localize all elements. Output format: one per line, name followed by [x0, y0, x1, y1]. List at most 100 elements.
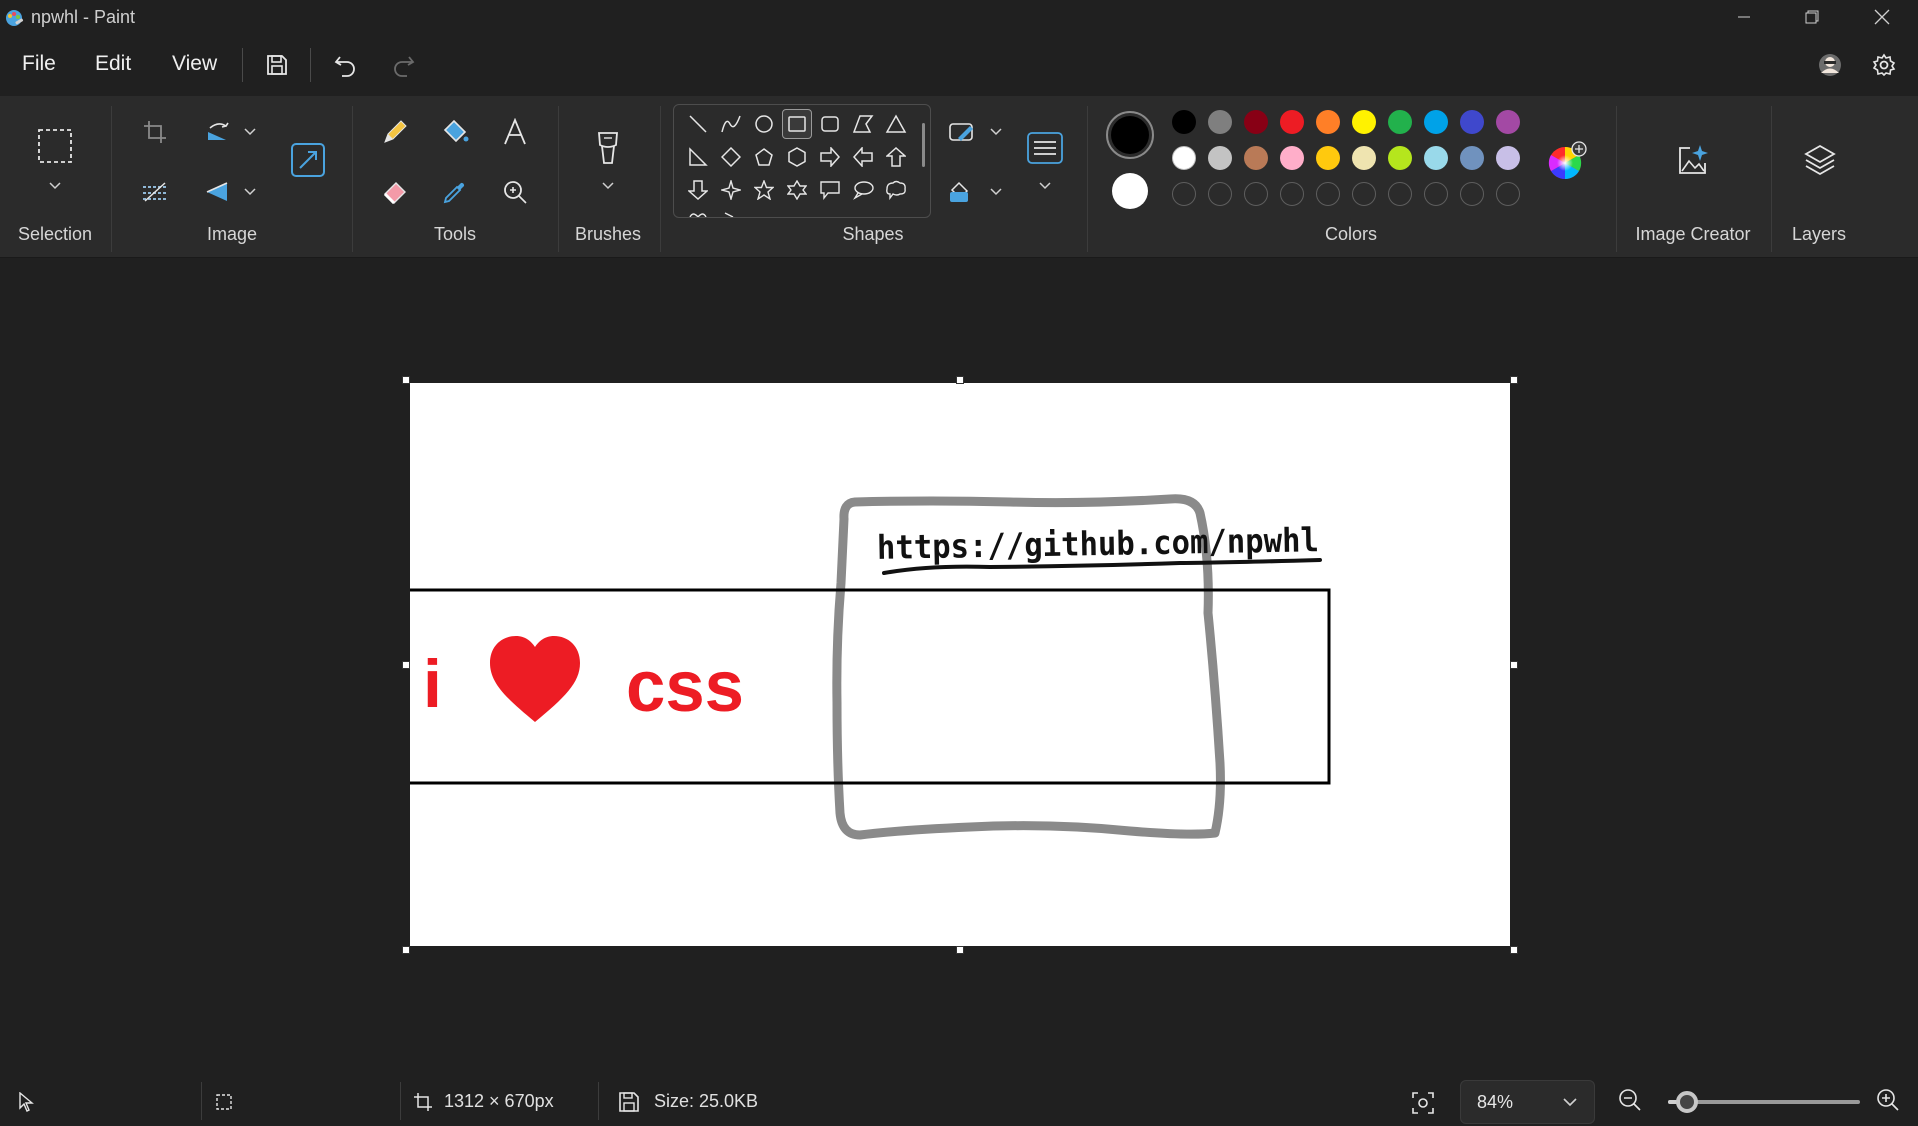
flip-dropdown[interactable]	[242, 184, 258, 200]
drawing-canvas[interactable]: https://github.com/npwhl i css	[404, 383, 1510, 946]
color-swatch[interactable]	[1280, 110, 1304, 134]
outline-tool[interactable]	[942, 112, 982, 152]
shapes-scrollbar[interactable]	[922, 123, 925, 167]
close-button[interactable]	[1852, 0, 1912, 34]
shape-cloud-callout[interactable]	[881, 175, 911, 205]
secondary-color-selector[interactable]	[1112, 173, 1148, 209]
brushes-tool[interactable]	[588, 128, 628, 168]
custom-color-slot[interactable]	[1316, 182, 1340, 206]
menu-file[interactable]: File	[22, 52, 56, 76]
account-button[interactable]	[1812, 47, 1848, 83]
shape-oval[interactable]	[749, 109, 779, 139]
resize-handle-bottom-left[interactable]	[402, 946, 410, 954]
shape-triangle[interactable]	[881, 109, 911, 139]
color-swatch[interactable]	[1352, 146, 1376, 170]
primary-color-selector[interactable]	[1106, 111, 1154, 159]
custom-color-slot[interactable]	[1172, 182, 1196, 206]
shape-down-arrow[interactable]	[683, 175, 713, 205]
zoom-out-button[interactable]	[1618, 1088, 1646, 1116]
custom-color-slot[interactable]	[1280, 182, 1304, 206]
resize-handle-left[interactable]	[402, 661, 410, 669]
restore-button[interactable]	[1782, 0, 1842, 34]
shape-curve[interactable]	[716, 109, 746, 139]
shape-six-point-star[interactable]	[782, 175, 812, 205]
custom-color-slot[interactable]	[1460, 182, 1484, 206]
color-picker-tool[interactable]	[435, 172, 475, 212]
zoom-in-button[interactable]	[1876, 1088, 1904, 1116]
line-size-tool[interactable]	[1025, 128, 1065, 168]
shape-five-point-star[interactable]	[749, 175, 779, 205]
color-swatch[interactable]	[1424, 110, 1448, 134]
shape-oval-callout[interactable]	[848, 175, 878, 205]
shape-rounded-rectangle[interactable]	[815, 109, 845, 139]
shape-polygon[interactable]	[848, 109, 878, 139]
crop-tool[interactable]	[135, 112, 175, 152]
shape-right-triangle[interactable]	[683, 142, 713, 172]
color-swatch[interactable]	[1424, 146, 1448, 170]
brushes-dropdown[interactable]	[600, 178, 616, 194]
zoom-slider-thumb[interactable]	[1676, 1091, 1699, 1113]
save-button[interactable]	[259, 47, 295, 83]
shape-hexagon[interactable]	[782, 142, 812, 172]
selection-tool[interactable]	[35, 126, 75, 166]
color-swatch[interactable]	[1460, 146, 1484, 170]
shape-rect-callout[interactable]	[815, 175, 845, 205]
shape-fill-tool[interactable]	[942, 172, 982, 212]
undo-button[interactable]	[327, 47, 363, 83]
shape-line[interactable]	[683, 109, 713, 139]
shape-pentagon[interactable]	[749, 142, 779, 172]
minimize-button[interactable]	[1714, 0, 1774, 34]
custom-color-slot[interactable]	[1496, 182, 1520, 206]
resize-handle-top-right[interactable]	[1510, 376, 1518, 384]
line-size-dropdown[interactable]	[1037, 178, 1053, 194]
color-swatch[interactable]	[1496, 110, 1520, 134]
rotate-dropdown[interactable]	[242, 124, 258, 140]
layers-button[interactable]	[1800, 140, 1840, 180]
resize-handle-bottom-right[interactable]	[1510, 946, 1518, 954]
custom-color-slot[interactable]	[1244, 182, 1268, 206]
resize-tool[interactable]	[288, 140, 328, 180]
text-tool[interactable]	[495, 112, 535, 152]
color-swatch[interactable]	[1208, 110, 1232, 134]
selection-dropdown[interactable]	[47, 178, 63, 194]
outline-dropdown[interactable]	[988, 124, 1004, 140]
flip-tool[interactable]	[198, 172, 238, 212]
custom-color-slot[interactable]	[1424, 182, 1448, 206]
menu-edit[interactable]: Edit	[95, 52, 131, 76]
custom-color-slot[interactable]	[1388, 182, 1412, 206]
redo-button[interactable]	[386, 47, 422, 83]
color-swatch[interactable]	[1460, 110, 1484, 134]
shape-left-arrow[interactable]	[848, 142, 878, 172]
fill-tool[interactable]	[435, 112, 475, 152]
custom-color-slot[interactable]	[1352, 182, 1376, 206]
color-swatch[interactable]	[1316, 146, 1340, 170]
color-swatch[interactable]	[1280, 146, 1304, 170]
shape-fill-dropdown[interactable]	[988, 184, 1004, 200]
menu-view[interactable]: View	[172, 52, 217, 76]
resize-handle-bottom[interactable]	[956, 946, 964, 954]
magnifier-tool[interactable]	[495, 172, 535, 212]
shape-rectangle[interactable]	[782, 109, 812, 139]
shape-diamond[interactable]	[716, 142, 746, 172]
shape-lightning[interactable]	[716, 206, 746, 217]
color-swatch[interactable]	[1244, 146, 1268, 170]
resize-handle-top-left[interactable]	[402, 376, 410, 384]
background-removal-tool[interactable]	[135, 172, 175, 212]
shape-right-arrow[interactable]	[815, 142, 845, 172]
color-swatch[interactable]	[1208, 146, 1232, 170]
resize-handle-right[interactable]	[1510, 661, 1518, 669]
eraser-tool[interactable]	[375, 172, 415, 212]
shape-up-arrow[interactable]	[881, 142, 911, 172]
edit-colors-button[interactable]	[1547, 141, 1587, 181]
color-swatch[interactable]	[1316, 110, 1340, 134]
fit-to-window-button[interactable]	[1408, 1088, 1438, 1118]
shape-four-point-star[interactable]	[716, 175, 746, 205]
rotate-tool[interactable]	[198, 112, 238, 152]
shape-heart[interactable]	[683, 206, 713, 217]
color-swatch[interactable]	[1496, 146, 1520, 170]
color-swatch[interactable]	[1388, 146, 1412, 170]
pencil-tool[interactable]	[375, 112, 415, 152]
color-swatch[interactable]	[1388, 110, 1412, 134]
color-swatch[interactable]	[1172, 146, 1196, 170]
custom-color-slot[interactable]	[1208, 182, 1232, 206]
